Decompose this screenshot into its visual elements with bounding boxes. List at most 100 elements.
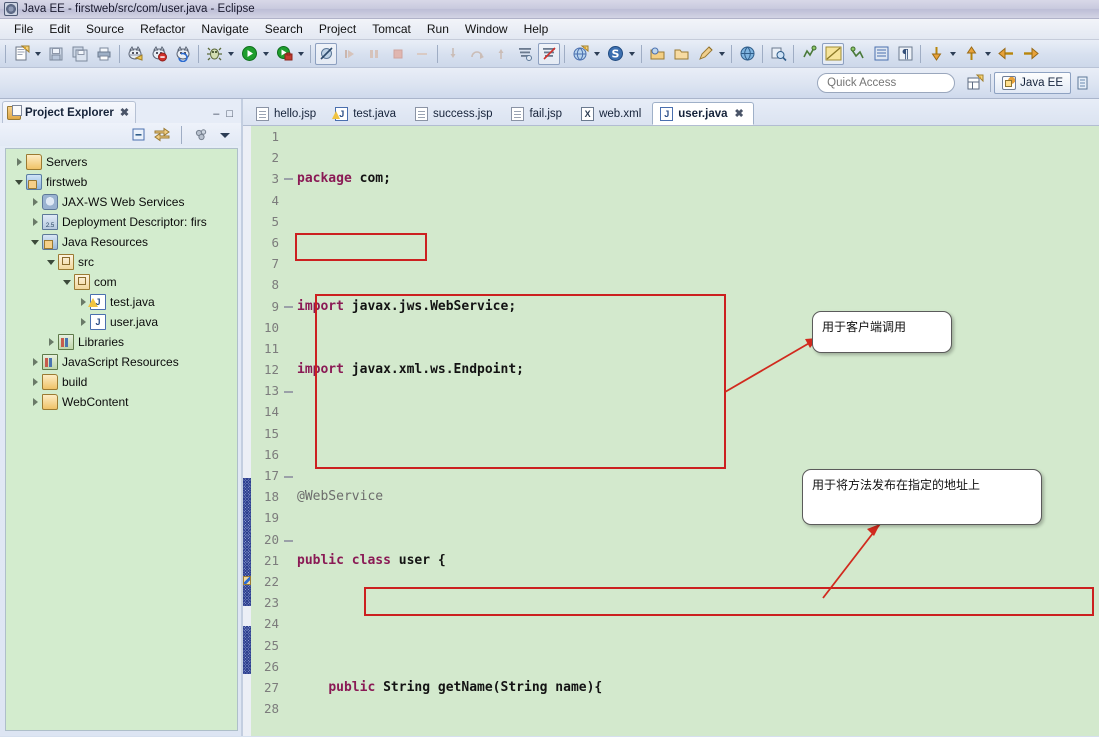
tree-item-webcontent[interactable]: WebContent (6, 392, 237, 412)
chevron-right-icon[interactable] (28, 218, 42, 226)
tree-item-servers[interactable]: Servers (6, 152, 237, 172)
menu-refactor[interactable]: Refactor (132, 20, 193, 38)
chevron-right-icon[interactable] (28, 358, 42, 366)
tree-item-jaxws-web-services[interactable]: JAX-WS Web Services (6, 192, 237, 212)
editor-tab-fail-jsp[interactable]: fail.jsp (503, 102, 572, 125)
toggle-mark-occurrences-icon[interactable] (822, 42, 844, 65)
focus-on-active-task-icon[interactable] (193, 127, 209, 143)
chevron-down-icon[interactable] (12, 179, 26, 185)
tree-item-user-java[interactable]: J user.java (6, 312, 237, 332)
menu-source[interactable]: Source (78, 20, 132, 38)
drop-to-frame-icon[interactable] (514, 43, 536, 65)
new-java-project-icon[interactable] (569, 43, 591, 65)
perspective-other-icon[interactable] (1072, 72, 1094, 94)
new-annotation-icon[interactable] (694, 43, 716, 65)
tree-item-build[interactable]: build (6, 372, 237, 392)
toggle-block-selection-icon[interactable] (870, 43, 892, 65)
new-java-project-dropdown-icon[interactable] (592, 44, 602, 64)
tomcat-restart-icon[interactable] (172, 43, 194, 65)
menu-edit[interactable]: Edit (41, 20, 78, 38)
editor-tab-test-java[interactable]: test.java (327, 102, 406, 125)
save-all-icon[interactable] (69, 43, 91, 65)
editor-tab-success-jsp[interactable]: success.jsp (407, 102, 502, 125)
menu-help[interactable]: Help (516, 20, 557, 38)
run-dropdown-icon[interactable] (261, 44, 271, 64)
chevron-right-icon[interactable] (12, 158, 26, 166)
collapse-all-icon[interactable] (130, 127, 146, 143)
close-icon[interactable]: ✖ (735, 107, 744, 120)
new-servlet-icon[interactable]: S (604, 43, 626, 65)
chevron-down-icon[interactable] (60, 279, 74, 285)
tree-item-deployment-descriptor[interactable]: 2.5 Deployment Descriptor: firs (6, 212, 237, 232)
previous-annotation-icon[interactable] (846, 43, 868, 65)
quick-access-input[interactable] (817, 73, 956, 93)
back-history-icon[interactable] (925, 43, 947, 65)
forward-history-dropdown-icon[interactable] (983, 44, 993, 64)
debug-dropdown-icon[interactable] (226, 44, 236, 64)
code-text[interactable]: package com; import javax.jws.WebService… (295, 126, 1099, 736)
editor-tab-web-xml[interactable]: web.xml (573, 102, 651, 125)
print-icon[interactable] (93, 43, 115, 65)
tomcat-start-icon[interactable] (124, 43, 146, 65)
debug-icon[interactable] (203, 43, 225, 65)
project-tree[interactable]: Servers firstweb JAX-WS Web Services 2.5… (5, 148, 238, 731)
back-icon[interactable] (995, 43, 1017, 65)
next-annotation-icon[interactable] (798, 43, 820, 65)
tree-item-com[interactable]: com (6, 272, 237, 292)
line-number: 1 (271, 129, 279, 144)
maximize-view-icon[interactable]: □ (226, 108, 233, 120)
menu-run[interactable]: Run (419, 20, 457, 38)
chevron-right-icon[interactable] (28, 378, 42, 386)
chevron-down-icon[interactable] (44, 259, 58, 265)
open-task-icon[interactable] (670, 43, 692, 65)
chevron-right-icon[interactable] (28, 198, 42, 206)
forward-history-icon[interactable] (960, 43, 982, 65)
search-icon[interactable] (767, 43, 789, 65)
chevron-right-icon[interactable] (28, 398, 42, 406)
save-icon[interactable] (45, 43, 67, 65)
project-icon (26, 174, 42, 190)
new-annotation-dropdown-icon[interactable] (717, 44, 727, 64)
minimize-view-icon[interactable]: – (213, 108, 219, 120)
tree-item-firstweb[interactable]: firstweb (6, 172, 237, 192)
link-with-editor-icon[interactable] (154, 127, 170, 143)
tomcat-stop-icon[interactable] (148, 43, 170, 65)
project-explorer-tab[interactable]: Project Explorer ✖ (2, 101, 137, 123)
menu-navigate[interactable]: Navigate (193, 20, 256, 38)
new-wizard-icon[interactable] (10, 43, 32, 65)
tree-item-javascript-resources[interactable]: JavaScript Resources (6, 352, 237, 372)
menu-tomcat[interactable]: Tomcat (364, 20, 419, 38)
new-wizard-dropdown-icon[interactable] (33, 44, 43, 64)
chevron-down-icon[interactable] (28, 239, 42, 245)
menu-window[interactable]: Window (457, 20, 516, 38)
run-external-tools-icon[interactable] (273, 43, 295, 65)
editor-tab-hello-jsp[interactable]: hello.jsp (248, 102, 326, 125)
editor-annotation-ruler[interactable] (243, 126, 251, 736)
back-history-dropdown-icon[interactable] (948, 44, 958, 64)
editor-tab-user-java[interactable]: user.java ✖ (652, 102, 754, 125)
chevron-right-icon[interactable] (44, 338, 58, 346)
open-type-icon[interactable] (646, 43, 668, 65)
tree-item-libraries[interactable]: Libraries (6, 332, 237, 352)
run-icon[interactable] (238, 43, 260, 65)
tree-item-java-resources[interactable]: Java Resources (6, 232, 237, 252)
open-web-browser-icon[interactable] (736, 43, 758, 65)
perspective-java-ee[interactable]: Java EE (994, 72, 1071, 94)
menu-project[interactable]: Project (311, 20, 364, 38)
show-whitespace-icon[interactable]: ¶ (894, 43, 916, 65)
open-perspective-icon[interactable] (964, 72, 986, 94)
source-editor[interactable]: 1 2 3 4 5 6 7 8 9 10 11 12 13 14 15 16 1… (243, 126, 1099, 736)
menu-search[interactable]: Search (257, 20, 311, 38)
tree-item-src[interactable]: src (6, 252, 237, 272)
view-menu-icon[interactable] (217, 127, 233, 143)
new-servlet-dropdown-icon[interactable] (627, 44, 637, 64)
run-external-tools-dropdown-icon[interactable] (296, 44, 306, 64)
menu-file[interactable]: File (6, 20, 41, 38)
use-step-filters-icon[interactable] (538, 42, 560, 65)
skip-all-breakpoints-icon[interactable] (315, 42, 337, 65)
chevron-right-icon[interactable] (76, 318, 90, 326)
close-icon[interactable]: ✖ (120, 106, 129, 119)
folding-ruler[interactable] (283, 126, 295, 736)
forward-icon[interactable] (1019, 43, 1041, 65)
tree-item-test-java[interactable]: J test.java (6, 292, 237, 312)
